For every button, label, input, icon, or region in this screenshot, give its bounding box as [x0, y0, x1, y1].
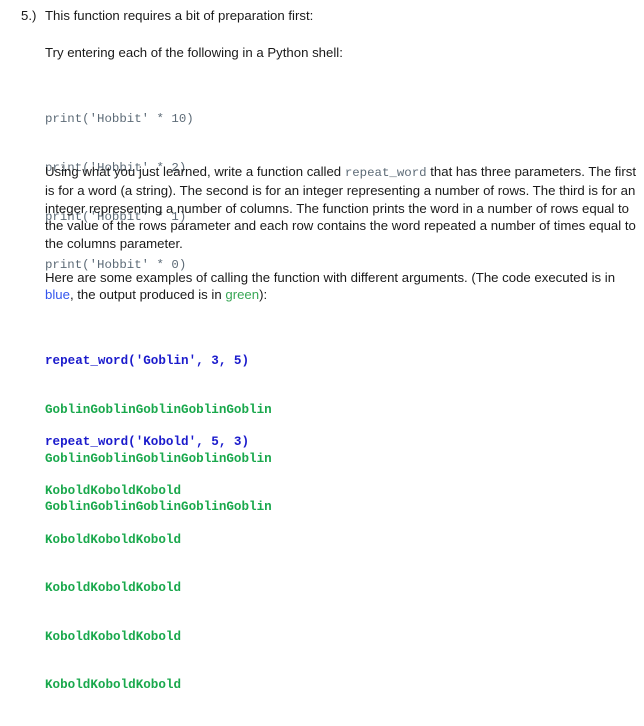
example-output-line: KoboldKoboldKobold	[45, 581, 182, 596]
function-name-inline: repeat_word	[344, 166, 427, 180]
worksheet-page: 5.) This function requires a bit of prep…	[0, 0, 644, 692]
lead-in-instruction: Try entering each of the following in a …	[45, 44, 637, 61]
question-number: 5.)	[21, 8, 37, 23]
blue-keyword: blue	[45, 287, 70, 303]
prompt-text-before: Using what you just learned, write a fun…	[45, 164, 345, 179]
shell-code-line: print('Hobbit' * 10)	[45, 112, 194, 127]
prompt-paragraph: Using what you just learned, write a fun…	[45, 163, 637, 252]
prompt-paragraph-text: Using what you just learned, write a fun…	[45, 163, 637, 252]
question-title: This function requires a bit of preparat…	[45, 8, 314, 23]
green-keyword: green	[225, 287, 260, 303]
lead-in-text: Try entering each of the following in a …	[45, 45, 343, 60]
question-heading: 5.) This function requires a bit of prep…	[0, 7, 644, 24]
example-output-line: KoboldKoboldKobold	[45, 532, 182, 547]
examples-intro-paragraph: Here are some examples of calling the fu…	[45, 269, 637, 304]
examples-text-before: Here are some examples of calling the fu…	[45, 270, 616, 285]
example-output-line: KoboldKoboldKobold	[45, 629, 182, 644]
example-call-line: repeat_word('Kobold', 5, 3)	[45, 435, 250, 450]
examples-text-middle: , the output produced is in	[69, 287, 226, 303]
example-output-line: KoboldKoboldKobold	[45, 678, 182, 693]
examples-intro-text: Here are some examples of calling the fu…	[45, 269, 637, 304]
examples-text-after: ):	[259, 287, 268, 303]
example-call-line: repeat_word('Goblin', 3, 5)	[45, 354, 250, 369]
example-output-line: KoboldKoboldKobold	[45, 484, 182, 499]
example-block-kobold: repeat_word('Kobold', 5, 3) KoboldKobold…	[45, 402, 637, 726]
